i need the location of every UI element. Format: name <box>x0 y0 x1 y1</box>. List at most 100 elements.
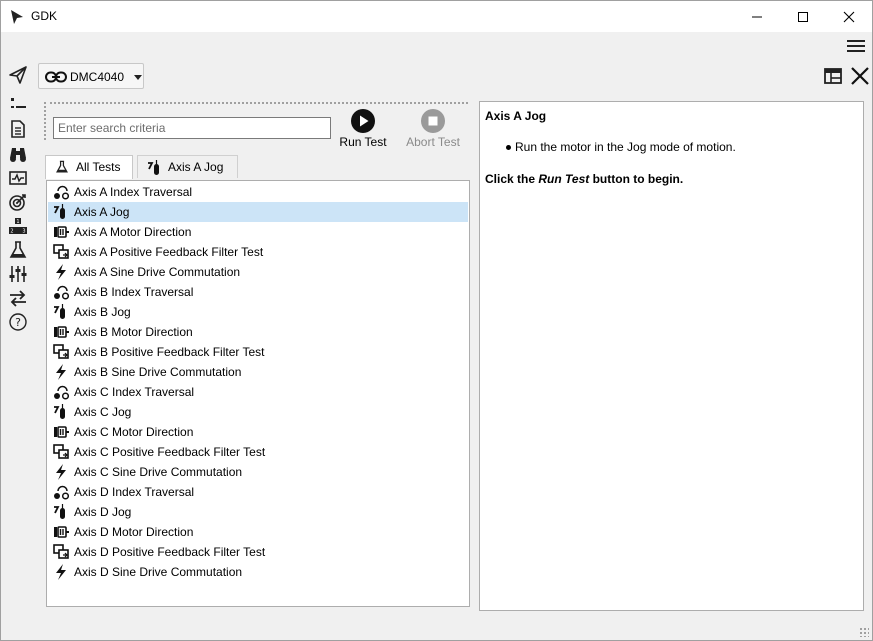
maximize-icon <box>798 11 808 22</box>
list-item-label: Axis B Motor Direction <box>74 325 193 339</box>
list-item[interactable]: Axis C Jog <box>48 402 468 422</box>
list-item-label: Axis C Positive Feedback Filter Test <box>74 445 266 459</box>
target-icon[interactable] <box>8 192 28 212</box>
test-browser-panel: Run Test Abort Test All Tests <box>41 99 475 611</box>
motor-direction-icon <box>53 224 69 240</box>
flask-icon <box>56 160 68 173</box>
sliders-icon[interactable] <box>8 264 28 284</box>
list-item[interactable]: Axis D Index Traversal <box>48 482 468 502</box>
tab-all-tests[interactable]: All Tests <box>45 155 133 179</box>
details-bullet: Run the motor in the Jog mode of motion. <box>506 140 736 154</box>
test-details-panel: Axis A Jog Run the motor in the Jog mode… <box>479 101 864 611</box>
chevron-down-icon <box>134 75 142 80</box>
close-window-button[interactable] <box>826 1 872 32</box>
list-item-label: Axis C Jog <box>74 405 132 419</box>
run-test-button[interactable]: Run Test <box>333 107 393 153</box>
list-item-label: Axis A Sine Drive Commutation <box>74 265 241 279</box>
tab-label: All Tests <box>76 160 121 174</box>
test-tabs: All Tests Axis A Jog <box>45 155 475 179</box>
list-item[interactable]: Axis A Sine Drive Commutation <box>48 262 468 282</box>
feedback-filter-icon <box>53 344 69 360</box>
list-item-label: Axis A Positive Feedback Filter Test <box>74 245 264 259</box>
motor-direction-icon <box>53 424 69 440</box>
minimize-button[interactable] <box>734 1 780 32</box>
list-item[interactable]: Axis D Sine Drive Commutation <box>48 562 468 582</box>
controller-bar: DMC4040 <box>36 61 872 91</box>
details-title: Axis A Jog <box>485 109 547 123</box>
details-bullet-text: Run the motor in the Jog mode of motion. <box>515 140 736 154</box>
app-window: GDK 1 2 3 ? DMC4040 Enter search criteri… <box>0 0 873 641</box>
lightning-icon <box>53 464 69 480</box>
list-item-label: Axis B Positive Feedback Filter Test <box>74 345 265 359</box>
svg-text:1: 1 <box>16 219 19 225</box>
tab-label: Axis A Jog <box>168 160 224 174</box>
list-item[interactable]: Axis A Motor Direction <box>48 222 468 242</box>
abort-test-button[interactable]: Abort Test <box>403 107 463 153</box>
binoculars-icon[interactable] <box>8 144 28 164</box>
feedback-filter-icon <box>53 244 69 260</box>
list-icon[interactable] <box>8 94 28 114</box>
layout-icon[interactable] <box>823 66 843 86</box>
list-item[interactable]: Axis B Index Traversal <box>48 282 468 302</box>
scope-icon[interactable] <box>8 168 28 188</box>
jog-icon <box>53 304 69 320</box>
list-item[interactable]: Axis A Positive Feedback Filter Test <box>48 242 468 262</box>
hamburger-menu-icon[interactable] <box>846 38 866 54</box>
help-icon[interactable]: ? <box>8 312 28 332</box>
ranking-icon[interactable]: 12 3 <box>8 216 28 236</box>
list-item[interactable]: Axis B Jog <box>48 302 468 322</box>
search-input[interactable] <box>53 117 331 139</box>
title-bar: GDK <box>1 1 872 32</box>
feedback-filter-icon <box>53 444 69 460</box>
resize-grip[interactable] <box>859 627 869 637</box>
list-item[interactable]: Axis D Jog <box>48 502 468 522</box>
list-item[interactable]: Axis B Positive Feedback Filter Test <box>48 342 468 362</box>
list-item[interactable]: Axis D Positive Feedback Filter Test <box>48 542 468 562</box>
list-item[interactable]: Axis C Positive Feedback Filter Test <box>48 442 468 462</box>
jog-icon <box>53 204 69 220</box>
link-icon <box>45 71 67 83</box>
panel-grip-top[interactable] <box>49 101 469 105</box>
send-icon[interactable] <box>8 65 28 85</box>
tool-sidebar: 12 3 ? <box>1 61 35 341</box>
instr-suffix: button to begin. <box>589 172 684 186</box>
list-item[interactable]: Axis B Motor Direction <box>48 322 468 342</box>
list-item-label: Axis B Index Traversal <box>74 285 194 299</box>
jog-icon <box>53 404 69 420</box>
list-item-label: Axis D Index Traversal <box>74 485 195 499</box>
close-panel-icon[interactable] <box>849 65 871 87</box>
lightning-icon <box>53 564 69 580</box>
flask-icon[interactable] <box>8 240 28 260</box>
details-instructions: Click the Run Test button to begin. <box>485 172 683 186</box>
svg-text:2: 2 <box>10 229 13 235</box>
bullet-dot <box>506 145 511 150</box>
panel-grip[interactable] <box>43 101 47 141</box>
motor-direction-icon <box>53 524 69 540</box>
list-item-label: Axis A Jog <box>74 205 130 219</box>
document-icon[interactable] <box>8 119 28 139</box>
transfer-icon[interactable] <box>8 288 28 308</box>
list-item-label: Axis D Motor Direction <box>74 525 194 539</box>
lightning-icon <box>53 264 69 280</box>
tab-axis-a-jog[interactable]: Axis A Jog <box>137 155 238 178</box>
test-list[interactable]: Axis A Index Traversal Axis A Jog Axis A M… <box>46 180 470 607</box>
list-item-label: Axis D Positive Feedback Filter Test <box>74 545 266 559</box>
svg-text:?: ? <box>15 316 21 329</box>
list-item[interactable]: Axis C Index Traversal <box>48 382 468 402</box>
window-title: GDK <box>31 9 58 23</box>
controller-dropdown[interactable]: DMC4040 <box>38 63 144 89</box>
list-item[interactable]: Axis A Index Traversal <box>48 182 468 202</box>
instr-prefix: Click the <box>485 172 539 186</box>
list-item[interactable]: Axis C Sine Drive Commutation <box>48 462 468 482</box>
minimize-icon <box>752 16 762 17</box>
index-traversal-icon <box>53 384 69 400</box>
list-item[interactable]: Axis A Jog <box>48 202 468 222</box>
list-item[interactable]: Axis C Motor Direction <box>48 422 468 442</box>
list-item-label: Axis C Sine Drive Commutation <box>74 465 243 479</box>
list-item-label: Axis B Sine Drive Commutation <box>74 365 242 379</box>
menu-strip <box>1 32 872 60</box>
maximize-button[interactable] <box>780 1 826 32</box>
stop-icon <box>421 109 445 133</box>
list-item[interactable]: Axis B Sine Drive Commutation <box>48 362 468 382</box>
list-item[interactable]: Axis D Motor Direction <box>48 522 468 542</box>
